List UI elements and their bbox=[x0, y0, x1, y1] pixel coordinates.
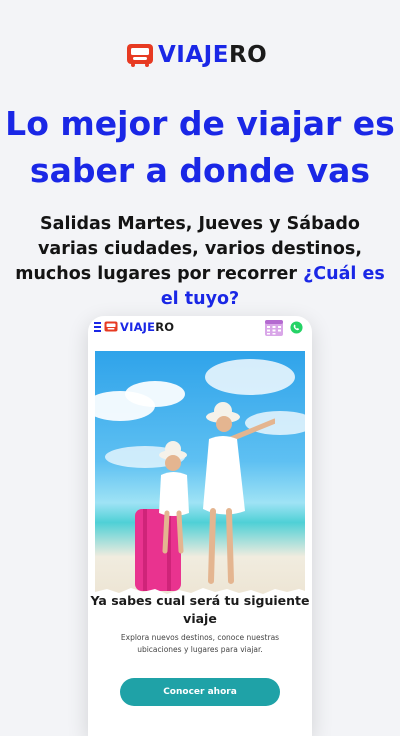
phone-mockup: VIAJERO Ya sabes cual será tu siguiente … bbox=[88, 316, 312, 736]
brand-logo: VIAJERO bbox=[126, 43, 267, 67]
phone-header: VIAJERO bbox=[88, 316, 312, 340]
bus-logo-icon bbox=[127, 44, 153, 67]
cta-button[interactable]: Conocer ahora bbox=[120, 678, 280, 706]
menu-icon[interactable] bbox=[94, 322, 101, 332]
whatsapp-icon[interactable] bbox=[290, 321, 303, 334]
card-description: Explora nuevos destinos, conoce nuestras… bbox=[120, 633, 280, 654]
travelers-illustration bbox=[135, 402, 275, 591]
bus-logo-icon bbox=[104, 321, 118, 332]
card-title: Ya sabes cual será tu siguiente viaje bbox=[90, 593, 310, 626]
phone-brand-logo[interactable]: VIAJERO bbox=[104, 320, 174, 334]
calendar-icon[interactable] bbox=[264, 318, 284, 337]
brand-name: VIAJERO bbox=[158, 42, 268, 68]
subheadline: Salidas Martes, Jueves y Sábado varias c… bbox=[15, 214, 385, 309]
hero-photo bbox=[95, 351, 305, 596]
headline: Lo mejor de viajar es saber a donde vas bbox=[5, 104, 395, 190]
